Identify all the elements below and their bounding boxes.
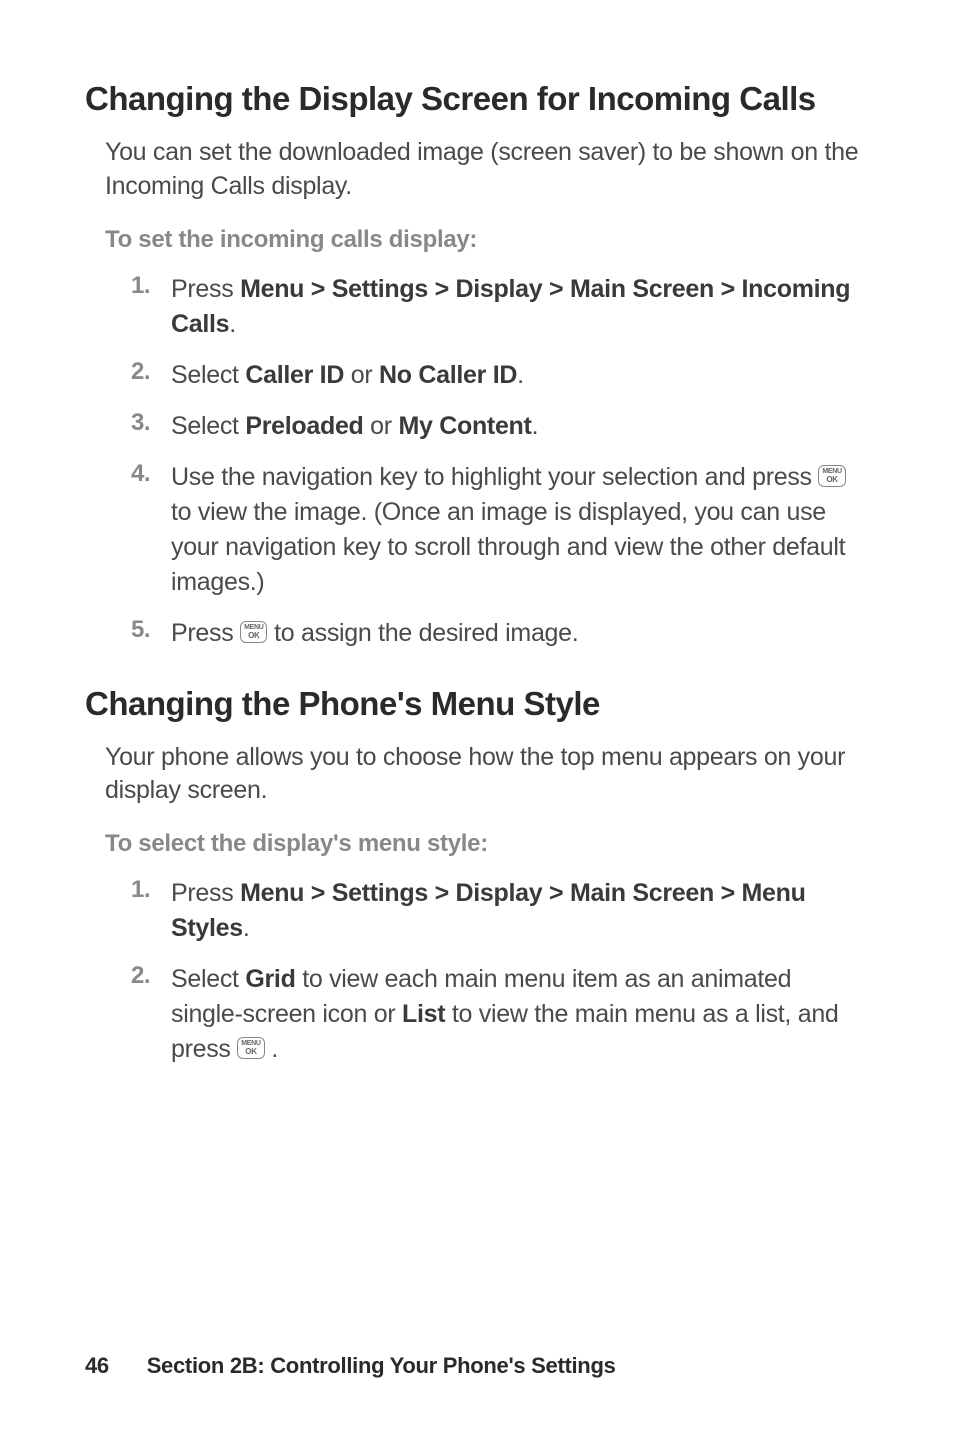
list-item: 5. Press MENUOK to assign the desired im… [131,616,869,651]
step-text: Press MENUOK to assign the desired image… [171,616,869,651]
list-item: 1. Press Menu > Settings > Display > Mai… [131,876,869,946]
step-number: 2. [131,962,171,990]
step-number: 3. [131,409,171,437]
step-text: Press Menu > Settings > Display > Main S… [171,876,869,946]
step-number: 2. [131,358,171,386]
list-item: 1. Press Menu > Settings > Display > Mai… [131,272,869,342]
page-footer: 46 Section 2B: Controlling Your Phone's … [85,1353,616,1379]
step-number: 4. [131,460,171,488]
step-number: 1. [131,876,171,904]
step-number: 5. [131,616,171,644]
menu-ok-icon: MENUOK [818,465,845,487]
menu-ok-icon: MENUOK [237,1037,264,1059]
step-number: 1. [131,272,171,300]
subheading-1: To set the incoming calls display: [105,226,869,254]
step-text: Select Preloaded or My Content. [171,409,869,444]
menu-ok-icon: MENUOK [240,621,267,643]
list-item: 2. Select Caller ID or No Caller ID. [131,358,869,393]
steps-list-1: 1. Press Menu > Settings > Display > Mai… [131,272,869,651]
steps-list-2: 1. Press Menu > Settings > Display > Mai… [131,876,869,1067]
list-item: 3. Select Preloaded or My Content. [131,409,869,444]
intro-text-2: Your phone allows you to choose how the … [105,741,869,809]
step-text: Select Caller ID or No Caller ID. [171,358,869,393]
step-text: Press Menu > Settings > Display > Main S… [171,272,869,342]
page-number: 46 [85,1353,109,1378]
step-text: Select Grid to view each main menu item … [171,962,869,1067]
subheading-2: To select the display's menu style: [105,830,869,858]
heading-menu-style: Changing the Phone's Menu Style [85,685,869,723]
intro-text-1: You can set the downloaded image (screen… [105,136,869,204]
list-item: 4. Use the navigation key to highlight y… [131,460,869,600]
heading-incoming-calls: Changing the Display Screen for Incoming… [85,80,869,118]
step-text: Use the navigation key to highlight your… [171,460,869,600]
footer-title: Section 2B: Controlling Your Phone's Set… [147,1353,616,1378]
list-item: 2. Select Grid to view each main menu it… [131,962,869,1067]
